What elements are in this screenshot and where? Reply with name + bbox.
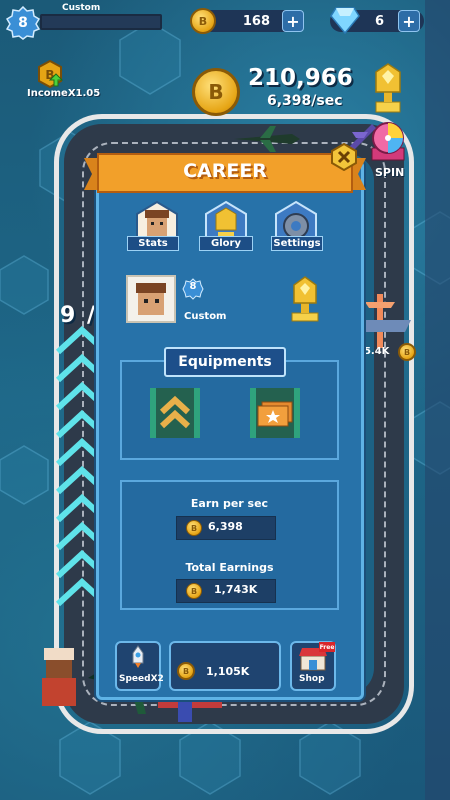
gem-count: 6 — [374, 13, 384, 29]
card-equipment-icon[interactable] — [250, 388, 300, 438]
money-per-second: 6,398/sec — [267, 93, 343, 109]
plane-top[interactable] — [232, 124, 302, 154]
close-icon[interactable] — [330, 143, 358, 171]
total-earnings-value: 1,743K — [214, 583, 258, 596]
equipments-title: Equipments — [178, 354, 272, 370]
player-level: 8 — [18, 15, 28, 31]
glory-trophy-icon — [291, 276, 319, 322]
panel-title: CAREER — [183, 160, 267, 182]
big-coin-icon: B — [192, 68, 240, 116]
add-coins-button[interactable]: + — [282, 10, 304, 32]
profile-level: 8 — [189, 281, 197, 292]
shop-label: Shop — [299, 674, 325, 684]
income-multiplier-label: IncomeX1.05 — [27, 88, 101, 99]
trophy-icon[interactable] — [368, 62, 408, 114]
income-boost-icon[interactable]: B — [36, 60, 64, 88]
avatar-icon — [136, 283, 166, 315]
shop-free-badge: Free — [319, 642, 335, 652]
rank-chevron-icon[interactable] — [150, 388, 200, 438]
tab-stats[interactable]: Stats — [127, 236, 179, 251]
offline-earnings-value: 1,105K — [206, 665, 250, 678]
coin-icon: B — [190, 8, 216, 34]
total-money: 210,966 — [248, 65, 353, 91]
add-gems-button[interactable]: + — [398, 10, 420, 32]
rocket-icon — [132, 645, 144, 668]
coin-icon-earn: B — [186, 520, 202, 536]
coin-icon-small: B — [398, 343, 416, 361]
total-earnings-label: Total Earnings — [185, 561, 274, 574]
diamond-icon — [330, 7, 360, 34]
coin-icon-total: B — [186, 583, 202, 599]
profile-name: Custom — [184, 311, 227, 322]
player-name: Custom — [62, 3, 101, 13]
avatar[interactable] — [126, 275, 176, 323]
speed-boost-label: SpeedX2 — [119, 674, 164, 684]
coin-icon-offline: B — [177, 662, 195, 680]
tab-settings[interactable]: Settings — [271, 236, 323, 251]
spin-label[interactable]: SPIN — [375, 166, 404, 179]
earn-per-sec-value: 6,398 — [208, 520, 243, 533]
xp-progress-bar — [40, 14, 162, 30]
tab-glory[interactable]: Glory — [199, 236, 253, 251]
coin-count: 168 — [242, 13, 270, 29]
earn-per-sec-label: Earn per sec — [190, 497, 269, 510]
